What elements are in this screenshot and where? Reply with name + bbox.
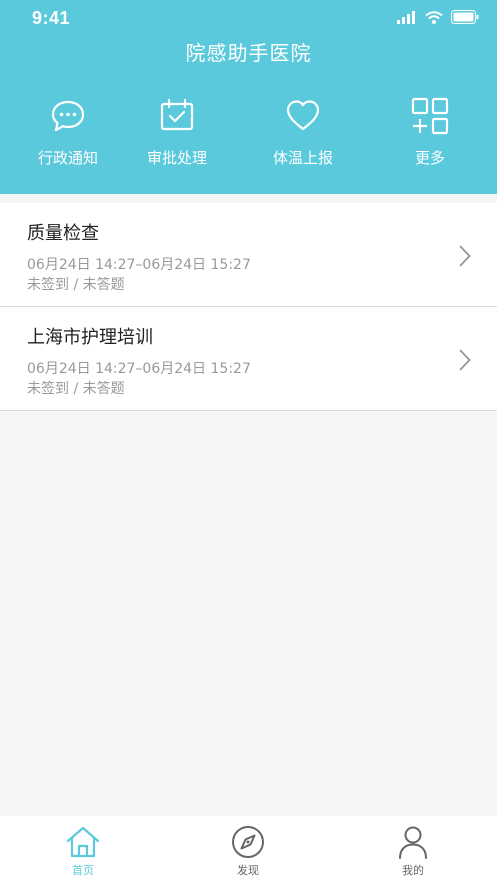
list-item[interactable]: 上海市护理培训 06月24日 14:27–06月24日 15:27 未签到 / … — [0, 307, 497, 411]
status-icons — [397, 10, 479, 24]
item-time: 06月24日 14:27–06月24日 15:27 — [27, 361, 251, 377]
quick-action-approval[interactable]: 审批处理 — [127, 96, 227, 168]
calendar-check-icon — [160, 98, 194, 131]
status-bar: 9:41 — [0, 0, 497, 38]
tab-label: 我的 — [402, 864, 424, 877]
tab-label: 首页 — [72, 864, 94, 877]
header: 9:41 院感助手医院 行政通知 审批处理 体温上报 更多 — [0, 0, 497, 194]
heart-icon — [286, 100, 320, 131]
battery-icon — [451, 10, 479, 24]
quick-action-notice[interactable]: 行政通知 — [18, 96, 118, 168]
item-time: 06月24日 14:27–06月24日 15:27 — [27, 257, 251, 273]
list-item[interactable]: 质量检查 06月24日 14:27–06月24日 15:27 未签到 / 未答题 — [0, 203, 497, 307]
tab-label: 发现 — [237, 864, 259, 877]
item-title: 上海市护理培训 — [27, 327, 153, 348]
signal-icon — [397, 10, 415, 24]
quick-action-label: 更多 — [414, 149, 445, 167]
quick-action-more[interactable]: 更多 — [380, 96, 480, 168]
tab-profile[interactable]: 我的 — [363, 824, 463, 878]
chat-bubble-icon — [51, 100, 85, 132]
quick-action-label: 审批处理 — [146, 149, 207, 167]
tab-bar: 首页 发现 我的 — [0, 816, 497, 883]
quick-action-label: 行政通知 — [37, 149, 98, 167]
tab-discover[interactable]: 发现 — [198, 824, 298, 878]
tab-home[interactable]: 首页 — [33, 824, 133, 878]
activity-list: 质量检查 06月24日 14:27–06月24日 15:27 未签到 / 未答题… — [0, 203, 497, 411]
item-status: 未签到 / 未答题 — [27, 381, 125, 397]
status-time: 9:41 — [32, 8, 71, 28]
quick-action-temperature[interactable]: 体温上报 — [253, 96, 353, 168]
chevron-right-icon — [459, 349, 471, 371]
item-status: 未签到 / 未答题 — [27, 277, 125, 293]
home-icon — [66, 826, 100, 858]
compass-icon — [232, 826, 264, 858]
user-icon — [399, 826, 427, 859]
chevron-right-icon — [459, 245, 471, 267]
item-title: 质量检查 — [27, 223, 99, 244]
grid-plus-icon — [411, 97, 449, 135]
quick-actions: 行政通知 审批处理 体温上报 更多 — [0, 96, 497, 176]
wifi-icon — [425, 10, 443, 24]
app-title: 院感助手医院 — [185, 41, 312, 65]
quick-action-label: 体温上报 — [272, 149, 333, 167]
